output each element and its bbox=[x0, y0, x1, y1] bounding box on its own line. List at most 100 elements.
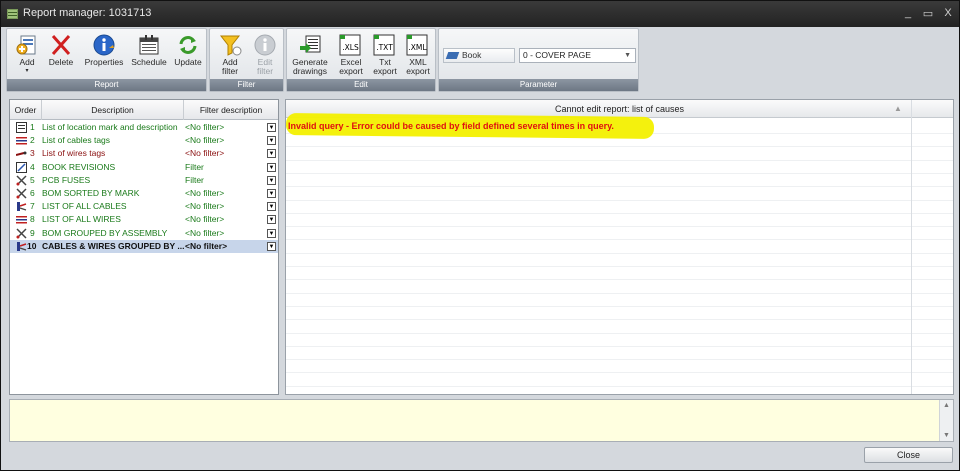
cable-group-icon bbox=[16, 201, 27, 212]
grid-line bbox=[286, 186, 953, 188]
edit-group: Generate drawings .XLS Excel export .TXT… bbox=[286, 28, 436, 92]
xml-tag: .XML bbox=[408, 43, 427, 52]
info-icon bbox=[92, 34, 116, 56]
close-window-button[interactable]: X bbox=[941, 7, 955, 19]
report-group-label: Report bbox=[7, 79, 206, 91]
add-button[interactable]: Add ▾ bbox=[10, 31, 44, 81]
grid-line bbox=[286, 332, 953, 334]
description-column-header[interactable]: Description bbox=[42, 100, 184, 120]
properties-button[interactable]: Properties bbox=[79, 31, 129, 81]
filter-dropdown-icon[interactable]: ▼ bbox=[267, 228, 276, 238]
update-button[interactable]: Update bbox=[171, 31, 205, 81]
grid-line bbox=[286, 252, 953, 254]
filter-dropdown-icon[interactable]: ▼ bbox=[267, 136, 276, 146]
sort-up-icon: ▲ bbox=[894, 104, 902, 113]
report-manager-window: Report manager: 1031713 _ ▭ X Add ▾ Dele… bbox=[0, 0, 960, 471]
delete-button[interactable]: Delete bbox=[45, 31, 77, 81]
title-bar: Report manager: 1031713 _ ▭ X bbox=[1, 1, 959, 27]
xml-export-button[interactable]: .XML XML export bbox=[402, 31, 434, 81]
causes-panel: Cannot edit report: list of causes ▲ Inv… bbox=[285, 99, 954, 395]
add-report-icon bbox=[15, 34, 39, 56]
table-row[interactable]: 7 LIST OF ALL CABLES <No filter> ▼ bbox=[10, 200, 278, 213]
row-order: 8 bbox=[30, 214, 35, 225]
filter-dropdown-icon[interactable]: ▼ bbox=[267, 241, 276, 251]
row-order: 3 bbox=[30, 148, 35, 159]
grid-line bbox=[286, 305, 953, 307]
filter-dropdown-icon[interactable]: ▼ bbox=[267, 162, 276, 172]
row-filter: <No filter> bbox=[185, 122, 225, 132]
excel-label-2: export bbox=[339, 66, 363, 76]
filter-column-header[interactable]: Filter description bbox=[184, 100, 278, 120]
table-row[interactable]: 2 List of cables tags <No filter> ▼ bbox=[10, 134, 278, 147]
add-filter-label-2: filter bbox=[221, 66, 239, 76]
row-order: 9 bbox=[30, 227, 35, 238]
filter-dropdown-icon[interactable]: ▼ bbox=[267, 189, 276, 198]
add-label: Add bbox=[19, 57, 35, 67]
xml-label-2: export bbox=[406, 66, 430, 76]
row-filter: <No filter> bbox=[185, 148, 225, 159]
parameter-group: Book 0 - COVER PAGE ▼ Parameter bbox=[438, 28, 639, 92]
report-list: Order Description Filter description 1 Li… bbox=[9, 99, 279, 395]
table-row[interactable]: 6 BOM SORTED BY MARK <No filter> ▼ bbox=[10, 187, 278, 200]
grid-line bbox=[286, 172, 953, 174]
row-order: 4 bbox=[30, 161, 35, 172]
grid-line bbox=[286, 266, 953, 267]
generate-label-2: drawings bbox=[292, 66, 328, 76]
row-description: BOM GROUPED BY ASSEMBLY bbox=[42, 227, 168, 238]
delete-label: Delete bbox=[48, 57, 74, 67]
row-filter: <No filter> bbox=[185, 227, 225, 238]
excel-export-button[interactable]: .XLS Excel export bbox=[335, 31, 367, 81]
row-filter: <No filter> bbox=[185, 135, 225, 146]
scroll-up-icon[interactable]: ▲ bbox=[943, 402, 950, 409]
schedule-button[interactable]: Schedule bbox=[129, 31, 169, 81]
filter-dropdown-icon[interactable]: ▼ bbox=[267, 202, 276, 212]
maximize-button[interactable]: ▭ bbox=[921, 7, 935, 20]
filter-dropdown-icon[interactable]: ▼ bbox=[267, 123, 276, 132]
grid-line bbox=[286, 372, 953, 374]
grid-line bbox=[286, 359, 953, 361]
filter-dropdown-icon[interactable]: ▼ bbox=[267, 149, 276, 159]
grid-line bbox=[286, 226, 953, 228]
filter-dropdown-icon[interactable]: ▼ bbox=[267, 215, 276, 225]
row-order: 10 bbox=[27, 240, 37, 251]
add-filter-button[interactable]: Add filter bbox=[212, 31, 248, 81]
order-column-header[interactable]: Order bbox=[10, 100, 42, 120]
table-row[interactable]: 1 List of location mark and description <N… bbox=[10, 121, 278, 134]
book-label: Book bbox=[462, 50, 482, 60]
minimize-button[interactable]: _ bbox=[901, 7, 915, 19]
table-row[interactable]: 3 List of wires tags <No filter> ▼ bbox=[10, 147, 278, 160]
info-disabled-icon bbox=[253, 34, 277, 56]
txt-label-2: export bbox=[373, 66, 397, 76]
table-row[interactable]: 9 BOM GROUPED BY ASSEMBLY <No filter> ▼ bbox=[10, 227, 278, 240]
tools-icon bbox=[16, 188, 27, 199]
table-row[interactable]: 10 CABLES & WIRES GROUPED BY ... <No filte… bbox=[10, 239, 278, 253]
table-row[interactable]: 5 PCB FUSES Filter ▼ bbox=[10, 174, 278, 187]
filter-dropdown-icon[interactable]: ▼ bbox=[267, 175, 276, 185]
close-button[interactable]: Close bbox=[864, 447, 953, 463]
generate-drawings-button[interactable]: Generate drawings bbox=[289, 31, 331, 81]
edit-filter-label-2: filter bbox=[256, 66, 274, 76]
filter-group: Add filter Edit filter Filter bbox=[209, 28, 284, 92]
row-filter: <No filter> bbox=[185, 214, 225, 225]
grid-line bbox=[286, 345, 953, 347]
schedule-label: Schedule bbox=[131, 57, 167, 67]
table-row[interactable]: 4 BOOK REVISIONS Filter ▼ bbox=[10, 161, 278, 174]
parameter-group-label: Parameter bbox=[439, 79, 638, 91]
edit-filter-button[interactable]: Edit filter bbox=[248, 31, 282, 81]
table-row[interactable]: 8 LIST OF ALL WIRES <No filter> ▼ bbox=[10, 213, 278, 226]
grid-line bbox=[286, 319, 953, 321]
row-filter: Filter bbox=[185, 161, 204, 172]
ribbon: Add ▾ Delete Properties Schedule Update … bbox=[6, 28, 956, 94]
scroll-down-icon[interactable]: ▼ bbox=[943, 432, 950, 439]
grid-line bbox=[286, 212, 953, 214]
xls-file-icon: .XLS bbox=[338, 34, 364, 56]
row-filter: <No filter> bbox=[185, 201, 225, 212]
list-location-icon bbox=[16, 122, 27, 133]
book-parameter-button[interactable]: Book bbox=[443, 48, 515, 63]
message-scrollbar[interactable]: ▲ ▼ bbox=[939, 400, 953, 441]
page-select[interactable]: 0 - COVER PAGE ▼ bbox=[519, 48, 636, 63]
row-description: PCB FUSES bbox=[42, 174, 91, 185]
txt-export-button[interactable]: .TXT Txt export bbox=[369, 31, 401, 81]
message-area[interactable]: ▲ ▼ bbox=[9, 399, 954, 442]
grid-line bbox=[286, 146, 953, 148]
